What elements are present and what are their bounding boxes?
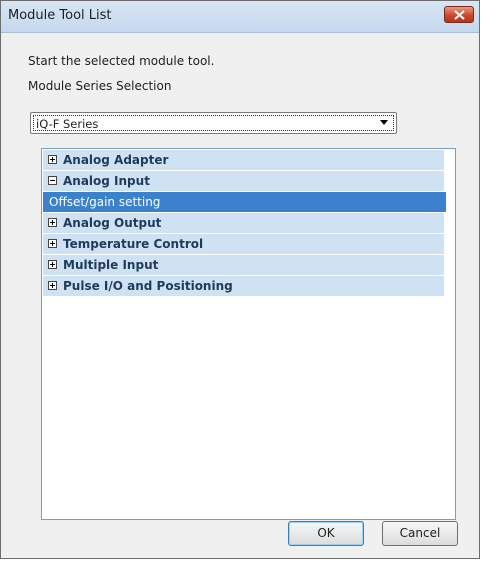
- tree-item-temperature-control[interactable]: Temperature Control: [43, 234, 444, 255]
- tree-item-pulse-io-positioning[interactable]: Pulse I/O and Positioning: [43, 276, 444, 297]
- module-tool-tree[interactable]: Analog Adapter Analog Input Offset/gain …: [41, 148, 456, 520]
- cancel-button[interactable]: Cancel: [382, 521, 458, 546]
- series-selection-label: Module Series Selection: [28, 79, 172, 93]
- expand-icon[interactable]: [48, 239, 57, 248]
- tree-item-analog-input[interactable]: Analog Input: [43, 171, 444, 192]
- tree-item-analog-output[interactable]: Analog Output: [43, 213, 444, 234]
- module-series-value: iQ-F Series: [36, 117, 99, 131]
- expand-icon[interactable]: [48, 281, 57, 290]
- title-bar[interactable]: Module Tool List: [1, 1, 479, 33]
- tree-item-label: Pulse I/O and Positioning: [63, 279, 233, 293]
- tree-item-multiple-input[interactable]: Multiple Input: [43, 255, 444, 276]
- tree-item-label: Temperature Control: [63, 237, 204, 251]
- chevron-down-icon: [380, 120, 388, 125]
- expand-icon[interactable]: [48, 260, 57, 269]
- module-tool-list-dialog: Module Tool List Start the selected modu…: [0, 0, 480, 559]
- tree-item-label: Multiple Input: [63, 258, 159, 272]
- instruction-text: Start the selected module tool.: [28, 54, 215, 68]
- expand-icon[interactable]: [48, 218, 57, 227]
- collapse-icon[interactable]: [48, 176, 57, 185]
- ok-button[interactable]: OK: [288, 521, 364, 546]
- tree-item-label: Analog Adapter: [63, 153, 169, 167]
- close-icon: [454, 10, 465, 20]
- tree-item-offset-gain-setting[interactable]: Offset/gain setting: [43, 192, 446, 213]
- window-title: Module Tool List: [8, 8, 112, 23]
- close-button[interactable]: [444, 6, 474, 23]
- expand-icon[interactable]: [48, 155, 57, 164]
- tree-item-label: Offset/gain setting: [49, 195, 161, 209]
- tree-item-label: Analog Output: [63, 216, 162, 230]
- tree-item-label: Analog Input: [63, 174, 150, 188]
- module-series-dropdown[interactable]: iQ-F Series: [30, 112, 397, 134]
- tree-item-analog-adapter[interactable]: Analog Adapter: [43, 150, 444, 171]
